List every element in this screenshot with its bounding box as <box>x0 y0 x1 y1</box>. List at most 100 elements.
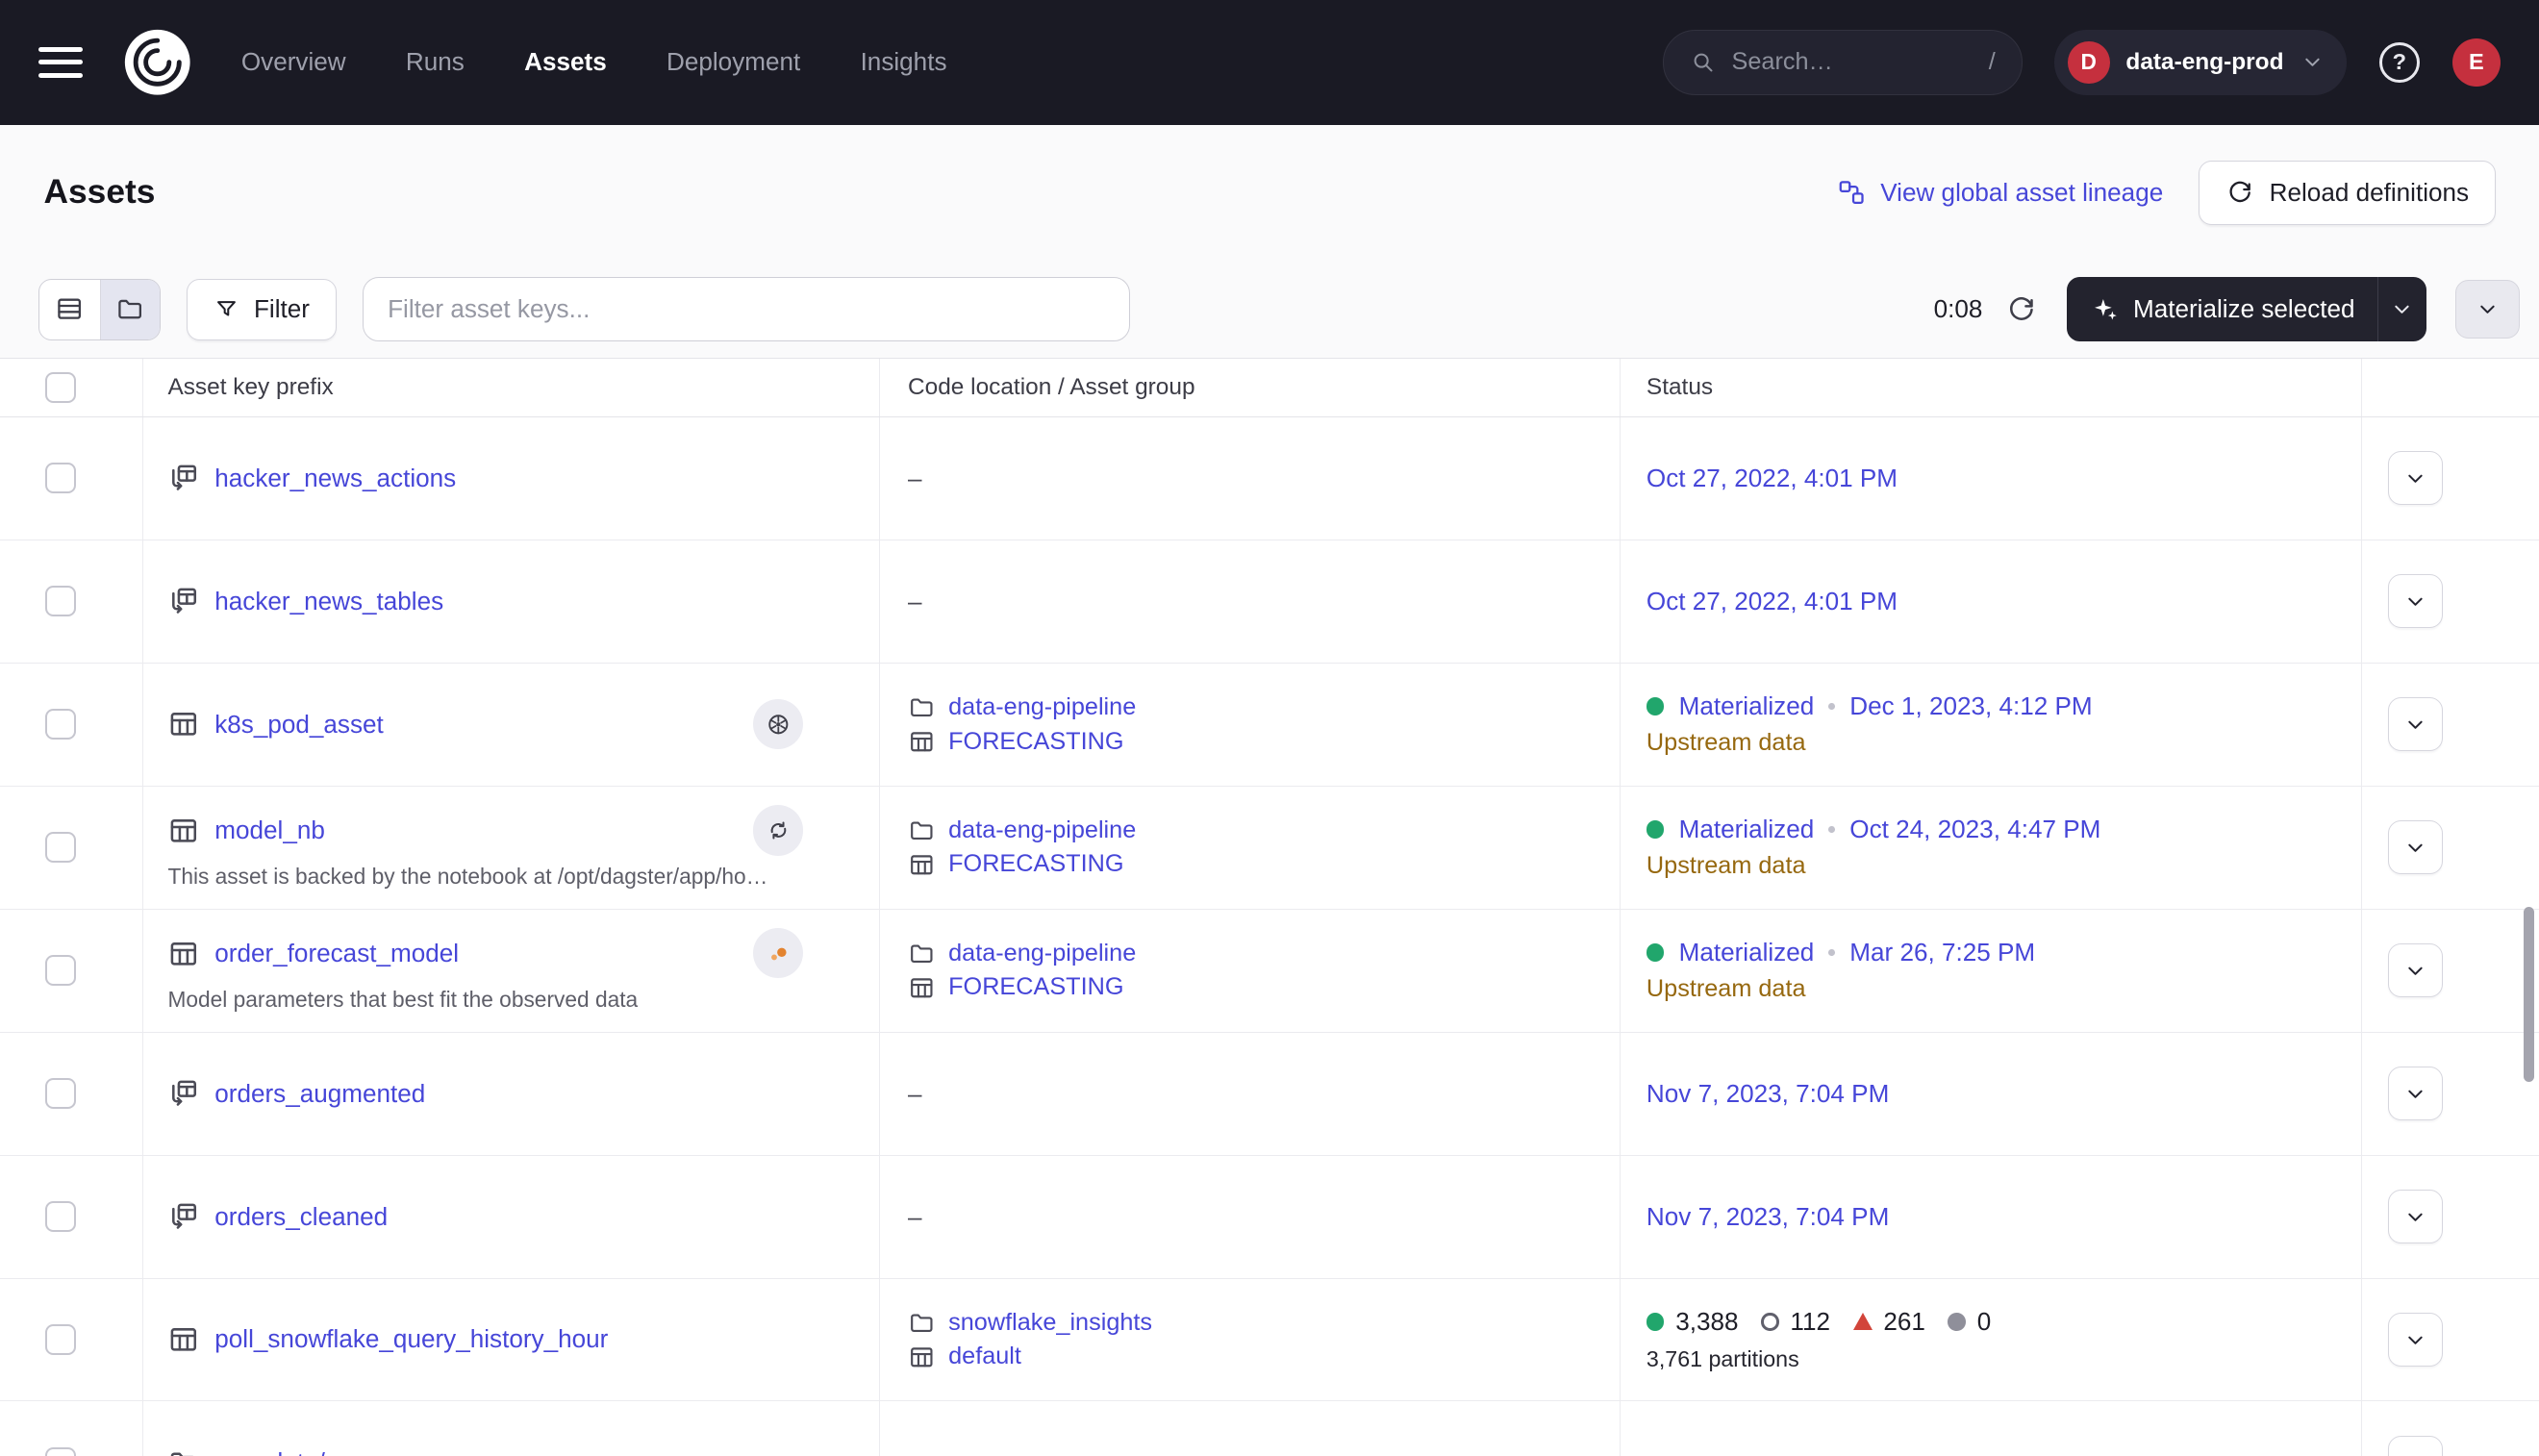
global-search[interactable]: / <box>1663 30 2023 94</box>
table-row: k8s_pod_asset data-eng-pipeline FORECAST… <box>0 664 2539 787</box>
asset-name-link[interactable]: k8s_pod_asset <box>214 710 384 740</box>
chevron-down-icon <box>2402 1204 2428 1230</box>
reload-button-label: Reload definitions <box>2270 178 2469 208</box>
folder-icon <box>908 816 936 844</box>
table-asset-icon <box>167 1323 200 1356</box>
row-checkbox[interactable] <box>45 1078 76 1109</box>
row-checkbox[interactable] <box>45 1201 76 1232</box>
vertical-scrollbar-thumb[interactable] <box>2524 907 2535 1082</box>
materialize-selected-button[interactable]: Materialize selected <box>2067 277 2377 341</box>
nav-links: Overview Runs Assets Deployment Insights <box>241 47 947 77</box>
asset-group-link[interactable]: FORECASTING <box>948 973 1123 1001</box>
code-location-link[interactable]: data-eng-pipeline <box>948 816 1136 844</box>
materialization-date-link[interactable]: Nov 7, 2023, 7:04 PM <box>1647 1079 2361 1109</box>
refresh-button[interactable] <box>2005 293 2038 326</box>
help-button[interactable]: ? <box>2379 42 2420 83</box>
materialization-date-link[interactable]: Oct 27, 2022, 4:01 PM <box>1647 464 2361 493</box>
asset-group-icon <box>908 974 936 1002</box>
page-header: Assets View global asset lineage Reload … <box>0 125 2539 255</box>
asset-folder-link[interactable]: raw_data/ <box>214 1447 325 1456</box>
nav-link-overview[interactable]: Overview <box>241 47 346 77</box>
row-expand-button[interactable] <box>2388 1313 2443 1367</box>
partition-health-stats: 3,388 112 261 0 <box>1647 1307 2361 1337</box>
materialize-split-button: Materialize selected <box>2067 277 2426 341</box>
assets-table: Asset key prefix Code location / Asset g… <box>0 358 2539 1456</box>
chevron-down-icon <box>2475 296 2501 322</box>
row-expand-button[interactable] <box>2388 1067 2443 1120</box>
folder-view-icon <box>115 294 144 323</box>
upstream-data-tag: Upstream data <box>1647 975 2361 1003</box>
asset-group-icon <box>908 1343 936 1371</box>
asset-name-link[interactable]: model_nb <box>214 816 325 845</box>
location-empty: – <box>908 1079 1620 1109</box>
deployment-switcher[interactable]: D data-eng-prod <box>2054 30 2347 94</box>
code-location-link[interactable]: data-eng-pipeline <box>948 693 1136 721</box>
user-avatar[interactable]: E <box>2452 38 2501 88</box>
chevron-down-icon <box>2402 835 2428 861</box>
nav-link-insights[interactable]: Insights <box>861 47 947 77</box>
row-expand-button[interactable] <box>2388 943 2443 997</box>
dagster-logo[interactable] <box>120 25 194 99</box>
row-expand-button[interactable] <box>2388 1436 2443 1456</box>
nav-link-runs[interactable]: Runs <box>406 47 465 77</box>
asset-group-link[interactable]: FORECASTING <box>948 850 1123 878</box>
location-empty: – <box>908 1202 1620 1232</box>
row-expand-button[interactable] <box>2388 574 2443 628</box>
top-nav: Overview Runs Assets Deployment Insights… <box>0 0 2539 125</box>
reload-icon <box>2225 178 2254 207</box>
queued-partitions-dot <box>1948 1313 1966 1331</box>
menu-icon[interactable] <box>38 47 82 78</box>
row-expand-button[interactable] <box>2388 697 2443 751</box>
search-icon <box>1690 49 1716 75</box>
row-checkbox[interactable] <box>45 586 76 616</box>
chevron-down-icon <box>2300 49 2325 75</box>
asset-group-link[interactable]: FORECASTING <box>948 728 1123 756</box>
asset-name-link[interactable]: hacker_news_actions <box>214 464 456 493</box>
chevron-down-icon <box>2402 465 2428 491</box>
materialization-link[interactable]: Materialized Dec 1, 2023, 4:12 PM <box>1647 691 2361 721</box>
materialization-date: Mar 26, 7:25 PM <box>1849 938 2035 967</box>
table-row: orders_augmented – Nov 7, 2023, 7:04 PM <box>0 1033 2539 1156</box>
row-checkbox[interactable] <box>45 955 76 986</box>
row-expand-button[interactable] <box>2388 1190 2443 1243</box>
folder-view-toggle[interactable] <box>100 280 160 339</box>
row-checkbox[interactable] <box>45 463 76 493</box>
row-expand-button[interactable] <box>2388 451 2443 505</box>
nav-link-deployment[interactable]: Deployment <box>666 47 800 77</box>
view-global-asset-lineage-link[interactable]: View global asset lineage <box>1837 178 2163 208</box>
table-row: model_nb This asset is backed by the not… <box>0 787 2539 910</box>
search-input[interactable] <box>1732 48 1973 76</box>
asset-name-link[interactable]: orders_augmented <box>214 1079 425 1109</box>
asset-name-link[interactable]: order_forecast_model <box>214 939 459 968</box>
asset-name-link[interactable]: hacker_news_tables <box>214 587 443 616</box>
materialization-date-link[interactable]: Oct 27, 2022, 4:01 PM <box>1647 587 2361 616</box>
asset-group-link[interactable]: default <box>948 1343 1021 1370</box>
asset-name-link[interactable]: poll_snowflake_query_history_hour <box>214 1324 608 1354</box>
column-header-code-location: Code location / Asset group <box>908 374 1620 401</box>
materialize-options-button[interactable] <box>2377 277 2426 341</box>
filter-asset-keys-input[interactable] <box>363 277 1130 341</box>
table-header-row: Asset key prefix Code location / Asset g… <box>0 359 2539 417</box>
filter-button[interactable]: Filter <box>187 279 337 340</box>
chevron-down-icon <box>2402 1449 2428 1456</box>
code-location-link[interactable]: data-eng-pipeline <box>948 940 1136 967</box>
asset-name-link[interactable]: orders_cleaned <box>214 1202 388 1232</box>
select-all-checkbox[interactable] <box>45 372 76 403</box>
row-checkbox[interactable] <box>45 1324 76 1355</box>
materialization-link[interactable]: Materialized Oct 24, 2023, 4:47 PM <box>1647 815 2361 844</box>
notebook-icon <box>766 817 792 843</box>
row-checkbox[interactable] <box>45 832 76 863</box>
code-location-link[interactable]: snowflake_insights <box>948 1309 1152 1337</box>
flat-view-toggle[interactable] <box>39 280 99 339</box>
row-checkbox[interactable] <box>45 1447 76 1456</box>
nav-link-assets[interactable]: Assets <box>524 47 607 77</box>
row-checkbox[interactable] <box>45 709 76 740</box>
view-mode-toggle <box>38 279 161 340</box>
more-actions-button[interactable] <box>2455 280 2520 339</box>
reload-definitions-button[interactable]: Reload definitions <box>2199 161 2496 225</box>
materialization-date-link[interactable]: Nov 7, 2023, 7:04 PM <box>1647 1202 2361 1232</box>
row-expand-button[interactable] <box>2388 820 2443 874</box>
materialization-link[interactable]: Materialized Mar 26, 7:25 PM <box>1647 938 2361 967</box>
materialized-partitions-count: 3,388 <box>1675 1307 1738 1337</box>
kubernetes-icon <box>765 711 792 739</box>
